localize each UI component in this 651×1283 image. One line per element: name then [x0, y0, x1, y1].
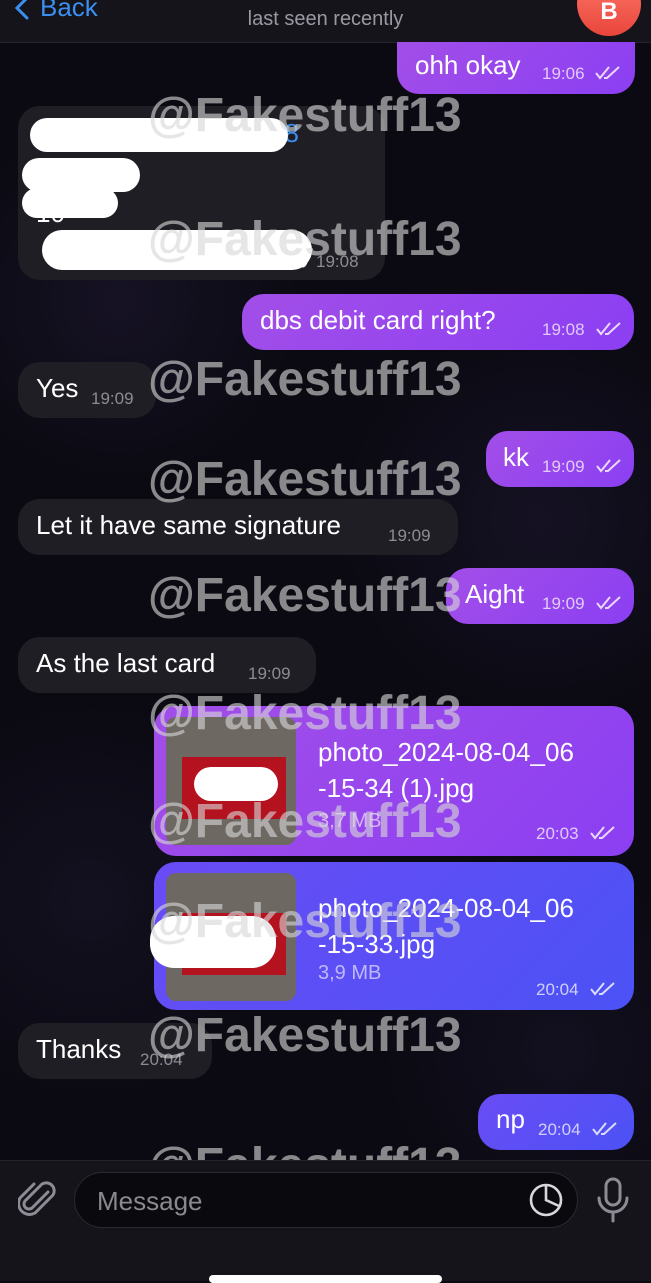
chat-header: Back last seen recently B	[0, 0, 651, 43]
message-incoming[interactable]: Yes 19:09	[18, 362, 156, 418]
message-time: 19:09	[248, 664, 291, 683]
watermark: @Fakestuff13	[148, 353, 462, 406]
avatar-letter: B	[600, 0, 618, 25]
double-check-icon	[596, 459, 621, 473]
message-text: Let it have same signature	[36, 510, 341, 540]
message-time: 19:09	[542, 457, 585, 476]
paperclip-icon[interactable]	[18, 1178, 58, 1222]
redaction-mark	[22, 188, 118, 218]
message-incoming[interactable]: As the last card 19:09	[18, 637, 316, 693]
double-check-icon	[596, 596, 621, 610]
message-text: dbs debit card right?	[260, 305, 496, 335]
message-text: Aight	[465, 579, 525, 609]
message-input[interactable]: Message	[74, 1172, 578, 1228]
message-text: ohh okay	[415, 50, 521, 80]
message-placeholder: Message	[97, 1186, 203, 1216]
double-check-icon	[595, 66, 620, 80]
double-check-icon	[592, 1122, 617, 1136]
watermark: @Fakestuff13	[148, 687, 462, 740]
message-time: 19:08	[542, 320, 585, 339]
watermark: @Fakestuff13	[148, 795, 462, 848]
message-time: 19:09	[91, 389, 134, 408]
double-check-icon	[590, 826, 615, 840]
microphone-icon[interactable]	[596, 1176, 630, 1224]
redaction-mark	[22, 158, 140, 192]
watermark: @Fakestuff13	[148, 895, 462, 948]
message-time: 20:04	[536, 980, 579, 999]
home-indicator	[209, 1275, 442, 1283]
message-text: Thanks	[36, 1034, 122, 1064]
message-outgoing[interactable]: ohh okay 19:06	[397, 42, 635, 94]
message-text: np	[496, 1104, 525, 1134]
message-time: 19:09	[388, 526, 431, 545]
watermark: @Fakestuff13	[148, 213, 462, 266]
chat-status: last seen recently	[247, 8, 404, 30]
message-text: As the last card	[36, 648, 216, 678]
double-check-icon	[590, 982, 615, 996]
message-text: kk	[503, 442, 529, 472]
message-outgoing[interactable]: dbs debit card right? 19:08	[242, 294, 634, 350]
message-time: 20:04	[538, 1120, 581, 1139]
message-outgoing[interactable]: kk 19:09	[486, 431, 634, 487]
watermark: @Fakestuff13	[148, 569, 462, 622]
message-time: 20:03	[536, 824, 579, 843]
message-outgoing[interactable]: Aight 19:09	[446, 568, 634, 624]
message-text: Yes	[36, 373, 79, 403]
message-outgoing[interactable]: np 20:04	[478, 1094, 634, 1150]
file-size: 3,9 MB	[318, 962, 382, 984]
watermark: @Fakestuff13	[148, 453, 462, 506]
double-check-icon	[596, 322, 621, 336]
watermark: @Fakestuff13	[148, 89, 462, 142]
message-time: 19:06	[542, 64, 585, 83]
watermark: @Fakestuff13	[148, 1009, 462, 1062]
message-incoming[interactable]: Let it have same signature 19:09	[18, 499, 458, 555]
sticker-icon[interactable]	[528, 1182, 564, 1218]
message-time: 19:09	[542, 594, 585, 613]
